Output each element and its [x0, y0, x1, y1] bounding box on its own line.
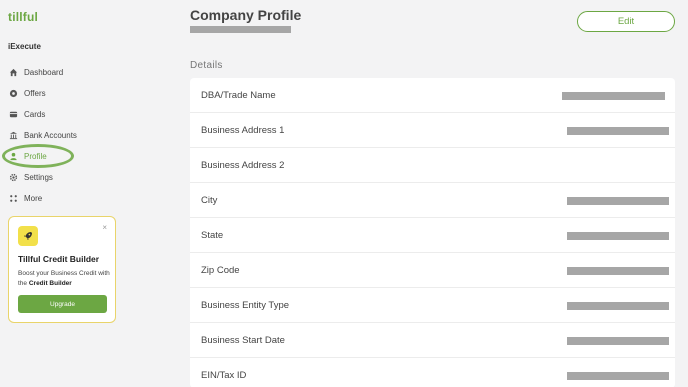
- field-row-address-2: Business Address 2: [190, 148, 675, 183]
- organization-name: iExecute: [8, 42, 41, 51]
- page-title: Company Profile: [190, 7, 302, 23]
- redacted-value: [567, 127, 669, 135]
- field-row-start-date: Business Start Date: [190, 323, 675, 358]
- offers-icon: [8, 88, 18, 98]
- gear-icon: [8, 172, 18, 182]
- sidebar-item-label: Dashboard: [24, 67, 64, 77]
- field-label: EIN/Tax ID: [201, 370, 247, 381]
- field-row-zip: Zip Code: [190, 253, 675, 288]
- redacted-value: [567, 302, 669, 310]
- sidebar-item-label: Bank Accounts: [24, 130, 77, 140]
- promo-text-bold: Credit Builder: [28, 280, 72, 287]
- sidebar-item-label: More: [24, 193, 43, 203]
- field-row-state: State: [190, 218, 675, 253]
- profile-highlight-annotation: [2, 144, 74, 168]
- redacted-company-name: [190, 26, 291, 33]
- promo-title: Tillful Credit Builder: [18, 254, 100, 264]
- credit-builder-promo: × Tillful Credit Builder Boost your Busi…: [8, 216, 116, 323]
- section-heading-details: Details: [190, 60, 223, 71]
- sidebar-item-more[interactable]: More: [0, 189, 170, 207]
- field-row-city: City: [190, 183, 675, 218]
- field-label: Business Start Date: [201, 334, 285, 346]
- sidebar-item-settings[interactable]: Settings: [0, 168, 170, 186]
- field-row-entity-type: Business Entity Type: [190, 288, 675, 323]
- redacted-value: [567, 267, 669, 275]
- grid-icon: [8, 193, 18, 203]
- promo-close-button[interactable]: ×: [102, 223, 107, 232]
- bank-icon: [8, 130, 18, 140]
- promo-text: Boost your Business Credit with the Cred…: [18, 269, 114, 289]
- field-label: Business Address 2: [201, 159, 285, 171]
- redacted-value: [567, 232, 669, 240]
- app-logo[interactable]: tillful: [8, 10, 38, 24]
- sidebar: tillful iExecute Dashboard Offers Cards …: [0, 0, 180, 387]
- field-label: DBA/Trade Name: [201, 89, 276, 101]
- field-row-dba: DBA/Trade Name: [190, 78, 675, 113]
- field-row-ein: EIN/Tax ID: [190, 358, 675, 387]
- main-content: Company Profile Edit Details DBA/Trade N…: [190, 0, 688, 387]
- details-card: DBA/Trade Name Business Address 1 Busine…: [190, 78, 675, 387]
- field-row-address-1: Business Address 1: [190, 113, 675, 148]
- redacted-value: [567, 197, 669, 205]
- upgrade-button[interactable]: Upgrade: [18, 295, 107, 313]
- field-label: Business Entity Type: [201, 299, 290, 311]
- card-icon: [8, 109, 18, 119]
- sidebar-item-bank-accounts[interactable]: Bank Accounts: [0, 126, 170, 144]
- field-label: State: [201, 229, 224, 241]
- sidebar-item-label: Cards: [24, 109, 46, 119]
- rocket-icon: [18, 226, 38, 246]
- redacted-value: [567, 337, 669, 345]
- sidebar-item-cards[interactable]: Cards: [0, 105, 170, 123]
- field-label: City: [201, 194, 218, 206]
- home-icon: [8, 67, 18, 77]
- field-label: Business Address 1: [201, 124, 285, 136]
- field-label: Zip Code: [201, 264, 240, 276]
- redacted-value: [562, 92, 665, 100]
- redacted-value: [567, 372, 669, 380]
- sidebar-item-dashboard[interactable]: Dashboard: [0, 63, 170, 81]
- sidebar-item-offers[interactable]: Offers: [0, 84, 170, 102]
- edit-button[interactable]: Edit: [577, 11, 675, 32]
- sidebar-item-label: Settings: [24, 172, 53, 182]
- sidebar-item-label: Offers: [24, 88, 46, 98]
